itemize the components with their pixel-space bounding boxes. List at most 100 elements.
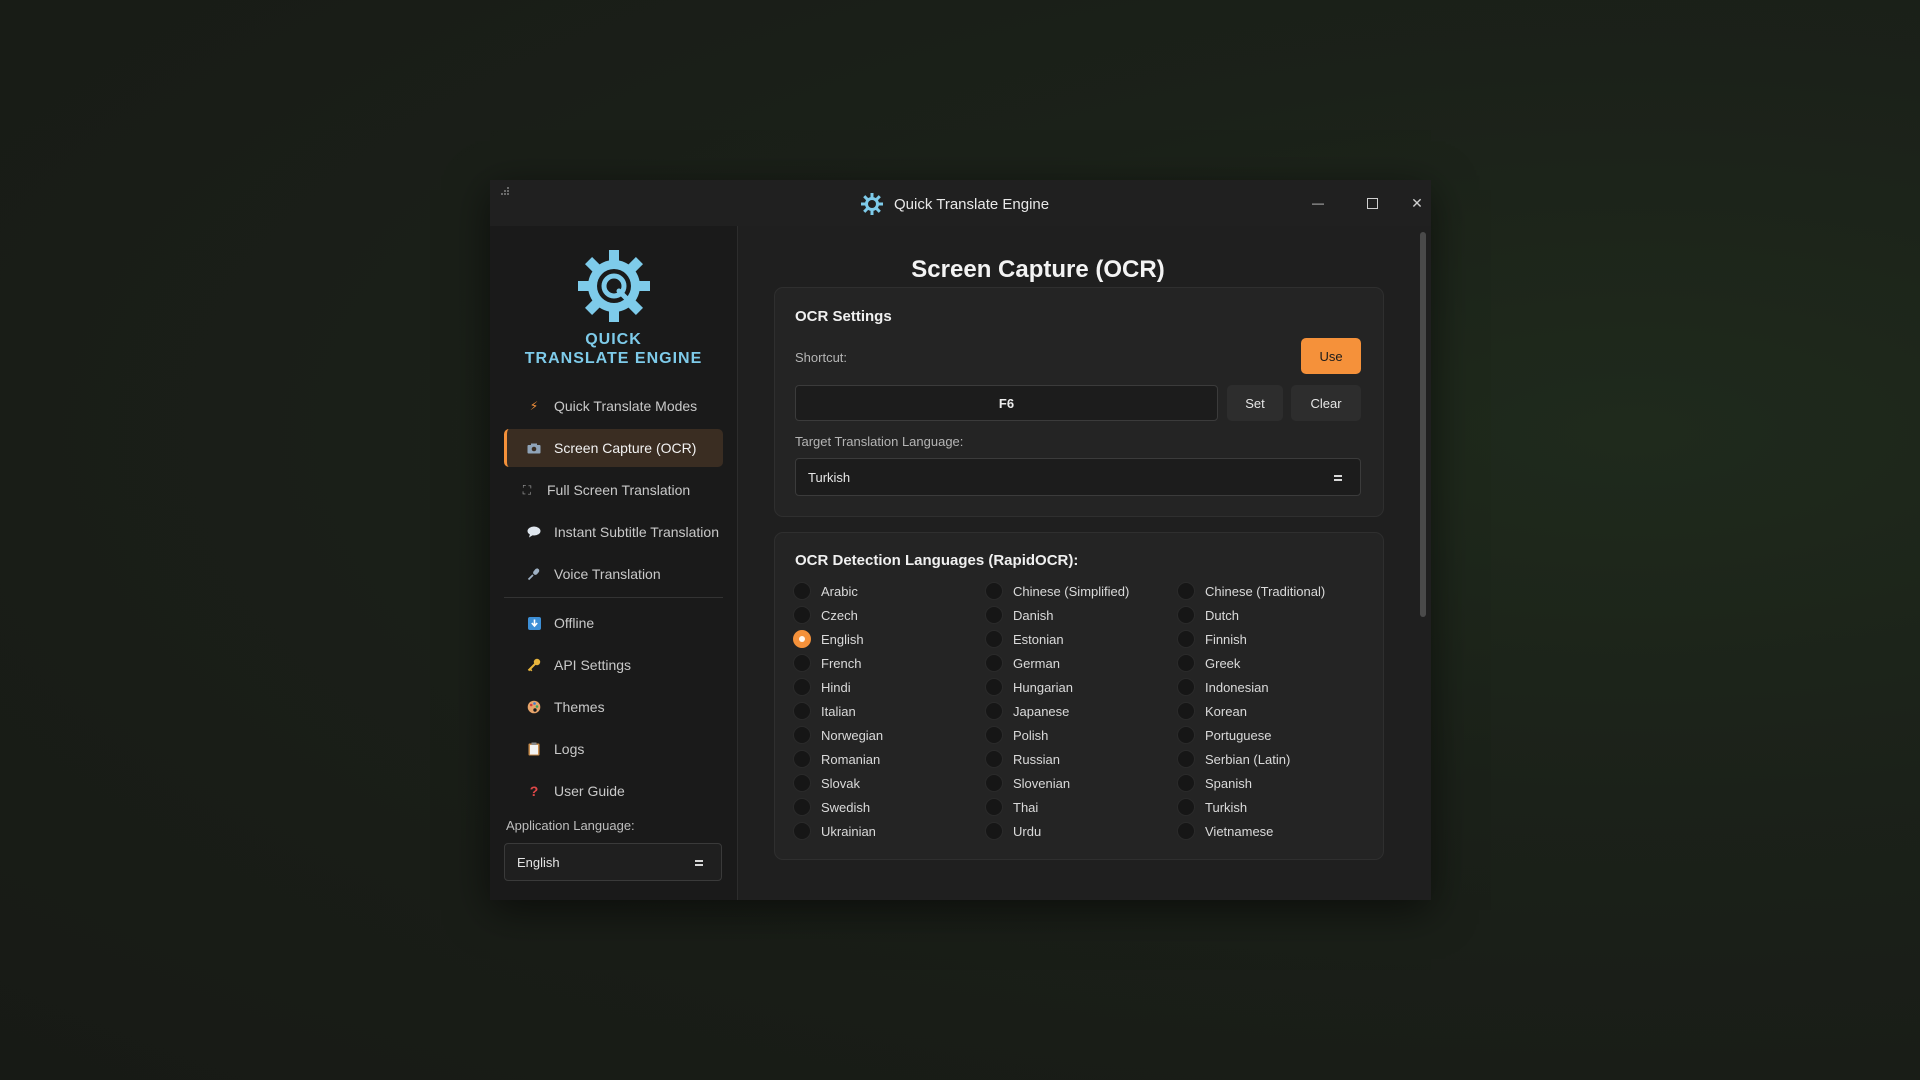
language-option-label: Estonian — [1013, 631, 1064, 647]
language-option[interactable]: Japanese — [985, 699, 1177, 723]
language-option[interactable]: German — [985, 651, 1177, 675]
sidebar-item-logs[interactable]: Logs — [504, 730, 723, 768]
sidebar-item-user-guide[interactable]: ? User Guide — [504, 772, 723, 810]
language-option-label: Japanese — [1013, 703, 1070, 719]
radio-button[interactable] — [1177, 798, 1195, 816]
radio-button[interactable] — [793, 798, 811, 816]
language-option-label: Chinese (Traditional) — [1205, 583, 1326, 599]
language-option[interactable]: Hindi — [793, 675, 985, 699]
radio-button[interactable] — [793, 606, 811, 624]
radio-button[interactable] — [1177, 726, 1195, 744]
radio-button[interactable] — [985, 678, 1003, 696]
language-option[interactable]: French — [793, 651, 985, 675]
radio-button[interactable] — [1177, 582, 1195, 600]
set-shortcut-button[interactable]: Set — [1227, 385, 1283, 421]
language-option[interactable]: Arabic — [793, 579, 985, 603]
radio-button[interactable] — [793, 630, 811, 648]
language-option-label: Norwegian — [821, 727, 884, 743]
language-option[interactable]: Spanish — [1177, 771, 1369, 795]
sidebar-item-offline[interactable]: Offline — [504, 604, 723, 642]
close-button[interactable]: ✕ — [1403, 188, 1431, 218]
app-language-select[interactable]: English — [504, 843, 722, 881]
minimize-button[interactable]: — — [1295, 188, 1341, 218]
radio-button[interactable] — [1177, 702, 1195, 720]
radio-button[interactable] — [985, 630, 1003, 648]
radio-button[interactable] — [793, 726, 811, 744]
sidebar-item-instant-subtitle-translation[interactable]: Instant Subtitle Translation — [504, 513, 723, 551]
language-option[interactable]: Norwegian — [793, 723, 985, 747]
language-option[interactable]: English — [793, 627, 985, 651]
language-option[interactable]: Romanian — [793, 747, 985, 771]
language-option-label: Spanish — [1205, 775, 1252, 791]
language-option[interactable]: Danish — [985, 603, 1177, 627]
language-option[interactable]: Estonian — [985, 627, 1177, 651]
sidebar-item-voice-translation[interactable]: Voice Translation — [504, 555, 723, 593]
language-option[interactable]: Polish — [985, 723, 1177, 747]
language-option[interactable]: Korean — [1177, 699, 1369, 723]
language-option-label: Czech — [821, 607, 858, 623]
radio-button[interactable] — [793, 678, 811, 696]
dropdown-icon — [695, 860, 703, 866]
radio-button[interactable] — [793, 582, 811, 600]
language-option[interactable]: Russian — [985, 747, 1177, 771]
language-option-label: Vietnamese — [1205, 823, 1274, 839]
language-option[interactable]: Slovak — [793, 771, 985, 795]
radio-button[interactable] — [985, 606, 1003, 624]
radio-button[interactable] — [793, 774, 811, 792]
language-option[interactable]: Hungarian — [985, 675, 1177, 699]
radio-button[interactable] — [1177, 654, 1195, 672]
radio-button[interactable] — [985, 726, 1003, 744]
radio-button[interactable] — [793, 702, 811, 720]
sidebar-item-themes[interactable]: Themes — [504, 688, 723, 726]
radio-button[interactable] — [1177, 822, 1195, 840]
language-option-label: Thai — [1013, 799, 1039, 815]
language-option[interactable]: Slovenian — [985, 771, 1177, 795]
maximize-button[interactable] — [1349, 188, 1395, 218]
language-option[interactable]: Greek — [1177, 651, 1369, 675]
radio-button[interactable] — [985, 822, 1003, 840]
language-option[interactable]: Italian — [793, 699, 985, 723]
sidebar-item-quick-translate-modes[interactable]: ⚡ Quick Translate Modes — [504, 387, 723, 425]
radio-button[interactable] — [985, 654, 1003, 672]
language-option[interactable]: Dutch — [1177, 603, 1369, 627]
radio-button[interactable] — [1177, 678, 1195, 696]
sidebar-item-screen-capture[interactable]: Screen Capture (OCR) — [504, 429, 723, 467]
language-option[interactable]: Swedish — [793, 795, 985, 819]
sidebar-item-api-settings[interactable]: API Settings — [504, 646, 723, 684]
language-option[interactable]: Turkish — [1177, 795, 1369, 819]
radio-button[interactable] — [985, 774, 1003, 792]
radio-button[interactable] — [1177, 630, 1195, 648]
radio-button[interactable] — [1177, 606, 1195, 624]
radio-button[interactable] — [793, 822, 811, 840]
language-option[interactable]: Indonesian — [1177, 675, 1369, 699]
radio-button[interactable] — [985, 750, 1003, 768]
resize-grip-icon[interactable] — [498, 186, 512, 200]
target-language-select[interactable]: Turkish — [795, 458, 1361, 496]
radio-button[interactable] — [1177, 774, 1195, 792]
use-button[interactable]: Use — [1301, 338, 1361, 374]
radio-button[interactable] — [985, 582, 1003, 600]
language-option[interactable]: Thai — [985, 795, 1177, 819]
title-bar[interactable]: Quick Translate Engine — ✕ — [490, 180, 1431, 226]
radio-button[interactable] — [1177, 750, 1195, 768]
language-option[interactable]: Finnish — [1177, 627, 1369, 651]
language-option[interactable]: Chinese (Traditional) — [1177, 579, 1369, 603]
radio-button[interactable] — [793, 654, 811, 672]
language-option[interactable]: Chinese (Simplified) — [985, 579, 1177, 603]
language-option-label: Indonesian — [1205, 679, 1269, 695]
language-option[interactable]: Urdu — [985, 819, 1177, 843]
radio-button[interactable] — [793, 750, 811, 768]
clear-shortcut-button[interactable]: Clear — [1291, 385, 1361, 421]
scrollbar[interactable] — [1420, 232, 1426, 617]
language-option[interactable]: Serbian (Latin) — [1177, 747, 1369, 771]
language-option-label: Greek — [1205, 655, 1241, 671]
language-option[interactable]: Vietnamese — [1177, 819, 1369, 843]
language-option[interactable]: Czech — [793, 603, 985, 627]
language-option[interactable]: Portuguese — [1177, 723, 1369, 747]
shortcut-input[interactable]: F6 — [795, 385, 1218, 421]
app-language-label: Application Language: — [506, 818, 635, 833]
radio-button[interactable] — [985, 702, 1003, 720]
sidebar-item-full-screen-translation[interactable]: ⛶ Full Screen Translation — [504, 471, 723, 509]
language-option[interactable]: Ukrainian — [793, 819, 985, 843]
radio-button[interactable] — [985, 798, 1003, 816]
